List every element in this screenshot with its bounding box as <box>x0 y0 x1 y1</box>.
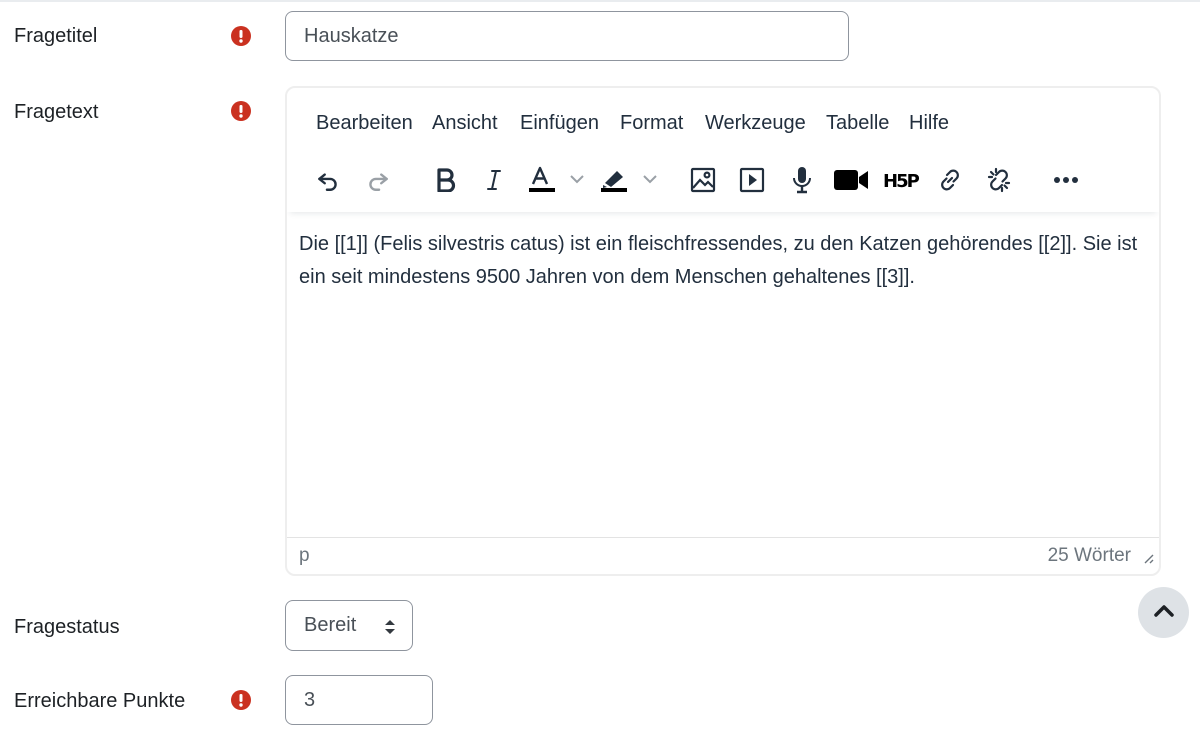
redo-icon <box>361 163 395 197</box>
h5p-icon-label: H5P <box>883 171 919 192</box>
resize-handle-icon[interactable] <box>1142 548 1154 570</box>
menu-format[interactable]: Format <box>620 112 683 135</box>
italic-icon[interactable] <box>477 163 511 197</box>
menu-hilfe[interactable]: Hilfe <box>909 112 949 135</box>
question-text-editor[interactable]: Bearbeiten Ansicht Einfügen Format Werkz… <box>285 86 1161 576</box>
editor-statusbar: p 25 Wörter <box>287 537 1159 574</box>
h5p-icon[interactable]: H5P <box>882 163 920 197</box>
question-title-label: Fragetitel <box>14 25 98 47</box>
question-status-select[interactable]: Bereit <box>285 600 413 651</box>
question-status-label: Fragestatus <box>14 616 120 638</box>
undo-icon[interactable] <box>311 163 345 197</box>
back-to-top-button[interactable] <box>1138 587 1189 638</box>
menu-tabelle[interactable]: Tabelle <box>826 112 889 135</box>
question-status-value: Bereit <box>304 614 357 636</box>
select-arrows-icon <box>384 618 396 642</box>
editor-content[interactable]: Die [[1]] (Felis silvestris catus) ist e… <box>299 228 1139 294</box>
word-count[interactable]: 25 Wörter <box>1048 545 1131 567</box>
max-points-input[interactable]: 3 <box>285 675 433 725</box>
menu-ansicht[interactable]: Ansicht <box>432 112 498 135</box>
unlink-icon[interactable] <box>982 163 1016 197</box>
image-icon[interactable] <box>686 163 720 197</box>
bold-icon[interactable] <box>429 163 463 197</box>
required-icon <box>231 690 251 710</box>
max-points-label: Erreichbare Punkte <box>14 690 186 712</box>
more-icon[interactable] <box>1049 163 1083 197</box>
editor-toolbar: H5P <box>287 150 1159 212</box>
required-icon <box>231 26 251 46</box>
microphone-icon[interactable] <box>785 163 819 197</box>
video-camera-icon[interactable] <box>832 163 870 197</box>
required-icon <box>231 101 251 121</box>
element-path[interactable]: p <box>299 545 310 567</box>
menu-einfuegen[interactable]: Einfügen <box>520 112 599 135</box>
question-title-input[interactable]: Hauskatze <box>285 11 849 61</box>
media-icon[interactable] <box>735 163 769 197</box>
top-divider <box>0 0 1200 2</box>
highlight-color-icon[interactable] <box>599 163 659 197</box>
link-icon[interactable] <box>933 163 967 197</box>
menu-werkzeuge[interactable]: Werkzeuge <box>705 112 806 135</box>
question-text-label: Fragetext <box>14 101 99 123</box>
chevron-up-icon <box>1153 603 1175 622</box>
text-color-icon[interactable] <box>527 163 585 197</box>
editor-menubar: Bearbeiten Ansicht Einfügen Format Werkz… <box>287 88 1159 158</box>
menu-bearbeiten[interactable]: Bearbeiten <box>316 112 413 135</box>
